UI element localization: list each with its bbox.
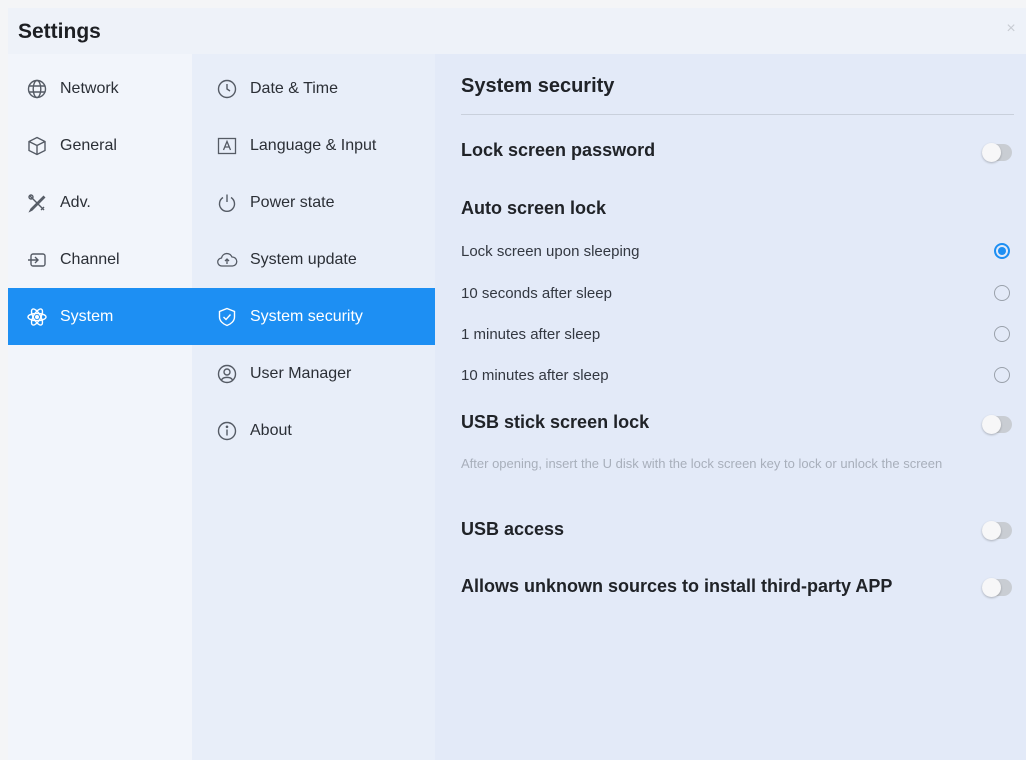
nav-item-general[interactable]: General xyxy=(8,117,192,174)
section-title: System security xyxy=(461,75,615,97)
usb-access-toggle[interactable] xyxy=(982,521,1012,540)
nav-item-channel[interactable]: Channel xyxy=(8,231,192,288)
subnav-label: System update xyxy=(250,250,357,268)
usb-access-label: USB access xyxy=(461,519,565,539)
lock-screen-password-toggle[interactable] xyxy=(982,143,1012,162)
nav-item-adv[interactable]: Adv. xyxy=(8,174,192,231)
close-icon[interactable]: × xyxy=(1002,20,1020,38)
nav-label: Network xyxy=(60,79,119,97)
keyboard-a-icon xyxy=(216,135,238,157)
radio-10-seconds[interactable] xyxy=(994,285,1010,301)
subnav-label: User Manager xyxy=(250,364,352,382)
unknown-sources-label: Allows unknown sources to install third-… xyxy=(461,576,893,596)
category-nav: Network General Adv. Channel System xyxy=(8,54,192,760)
subcategory-nav: Date & Time Language & Input Power state… xyxy=(192,54,435,760)
usb-stick-lock-description: After opening, insert the U disk with th… xyxy=(461,456,943,471)
usb-stick-lock-label: USB stick screen lock xyxy=(461,412,650,432)
subnav-item-system-security[interactable]: System security xyxy=(192,288,435,345)
subnav-label: About xyxy=(250,421,292,439)
subnav-item-user-manager[interactable]: User Manager xyxy=(192,345,435,402)
option-label: Lock screen upon sleeping xyxy=(461,243,640,260)
subnav-label: System security xyxy=(250,307,363,325)
nav-label: Channel xyxy=(60,250,120,268)
nav-item-system[interactable]: System xyxy=(8,288,192,345)
input-arrow-icon xyxy=(26,249,48,271)
cloud-upload-icon xyxy=(216,249,238,271)
power-icon xyxy=(216,192,238,214)
settings-window: Settings × Network General Adv. Channel … xyxy=(8,8,1026,760)
nav-item-network[interactable]: Network xyxy=(8,60,192,117)
nav-label: System xyxy=(60,307,114,325)
usb-stick-lock-toggle[interactable] xyxy=(982,415,1012,434)
cube-icon xyxy=(26,135,48,157)
clock-icon xyxy=(216,78,238,100)
subnav-item-system-update[interactable]: System update xyxy=(192,231,435,288)
nav-label: Adv. xyxy=(60,193,91,211)
subnav-label: Language & Input xyxy=(250,136,377,154)
lock-screen-password-label: Lock screen password xyxy=(461,140,656,160)
radio-1-minute[interactable] xyxy=(994,326,1010,342)
radio-10-minutes[interactable] xyxy=(994,367,1010,383)
subnav-item-about[interactable]: About xyxy=(192,402,435,459)
title-divider xyxy=(461,114,1014,115)
auto-screen-lock-label: Auto screen lock xyxy=(461,198,607,218)
security-panel: System security Lock screen password Aut… xyxy=(435,54,1026,760)
subnav-item-power-state[interactable]: Power state xyxy=(192,174,435,231)
globe-icon xyxy=(26,78,48,100)
title-bar: Settings × xyxy=(8,8,1026,54)
radio-lock-upon-sleeping[interactable] xyxy=(994,243,1010,259)
subnav-item-date-time[interactable]: Date & Time xyxy=(192,60,435,117)
subnav-item-language-input[interactable]: Language & Input xyxy=(192,117,435,174)
nav-label: General xyxy=(60,136,117,154)
atom-icon xyxy=(26,306,48,328)
option-label: 1 minutes after sleep xyxy=(461,326,601,343)
shield-check-icon xyxy=(216,306,238,328)
unknown-sources-toggle[interactable] xyxy=(982,578,1012,597)
subnav-label: Date & Time xyxy=(250,79,339,97)
user-icon xyxy=(216,363,238,385)
window-title: Settings xyxy=(18,20,101,43)
option-label: 10 minutes after sleep xyxy=(461,367,609,384)
info-icon xyxy=(216,420,238,442)
option-label: 10 seconds after sleep xyxy=(461,285,612,302)
subnav-label: Power state xyxy=(250,193,335,211)
tools-icon xyxy=(26,192,48,214)
